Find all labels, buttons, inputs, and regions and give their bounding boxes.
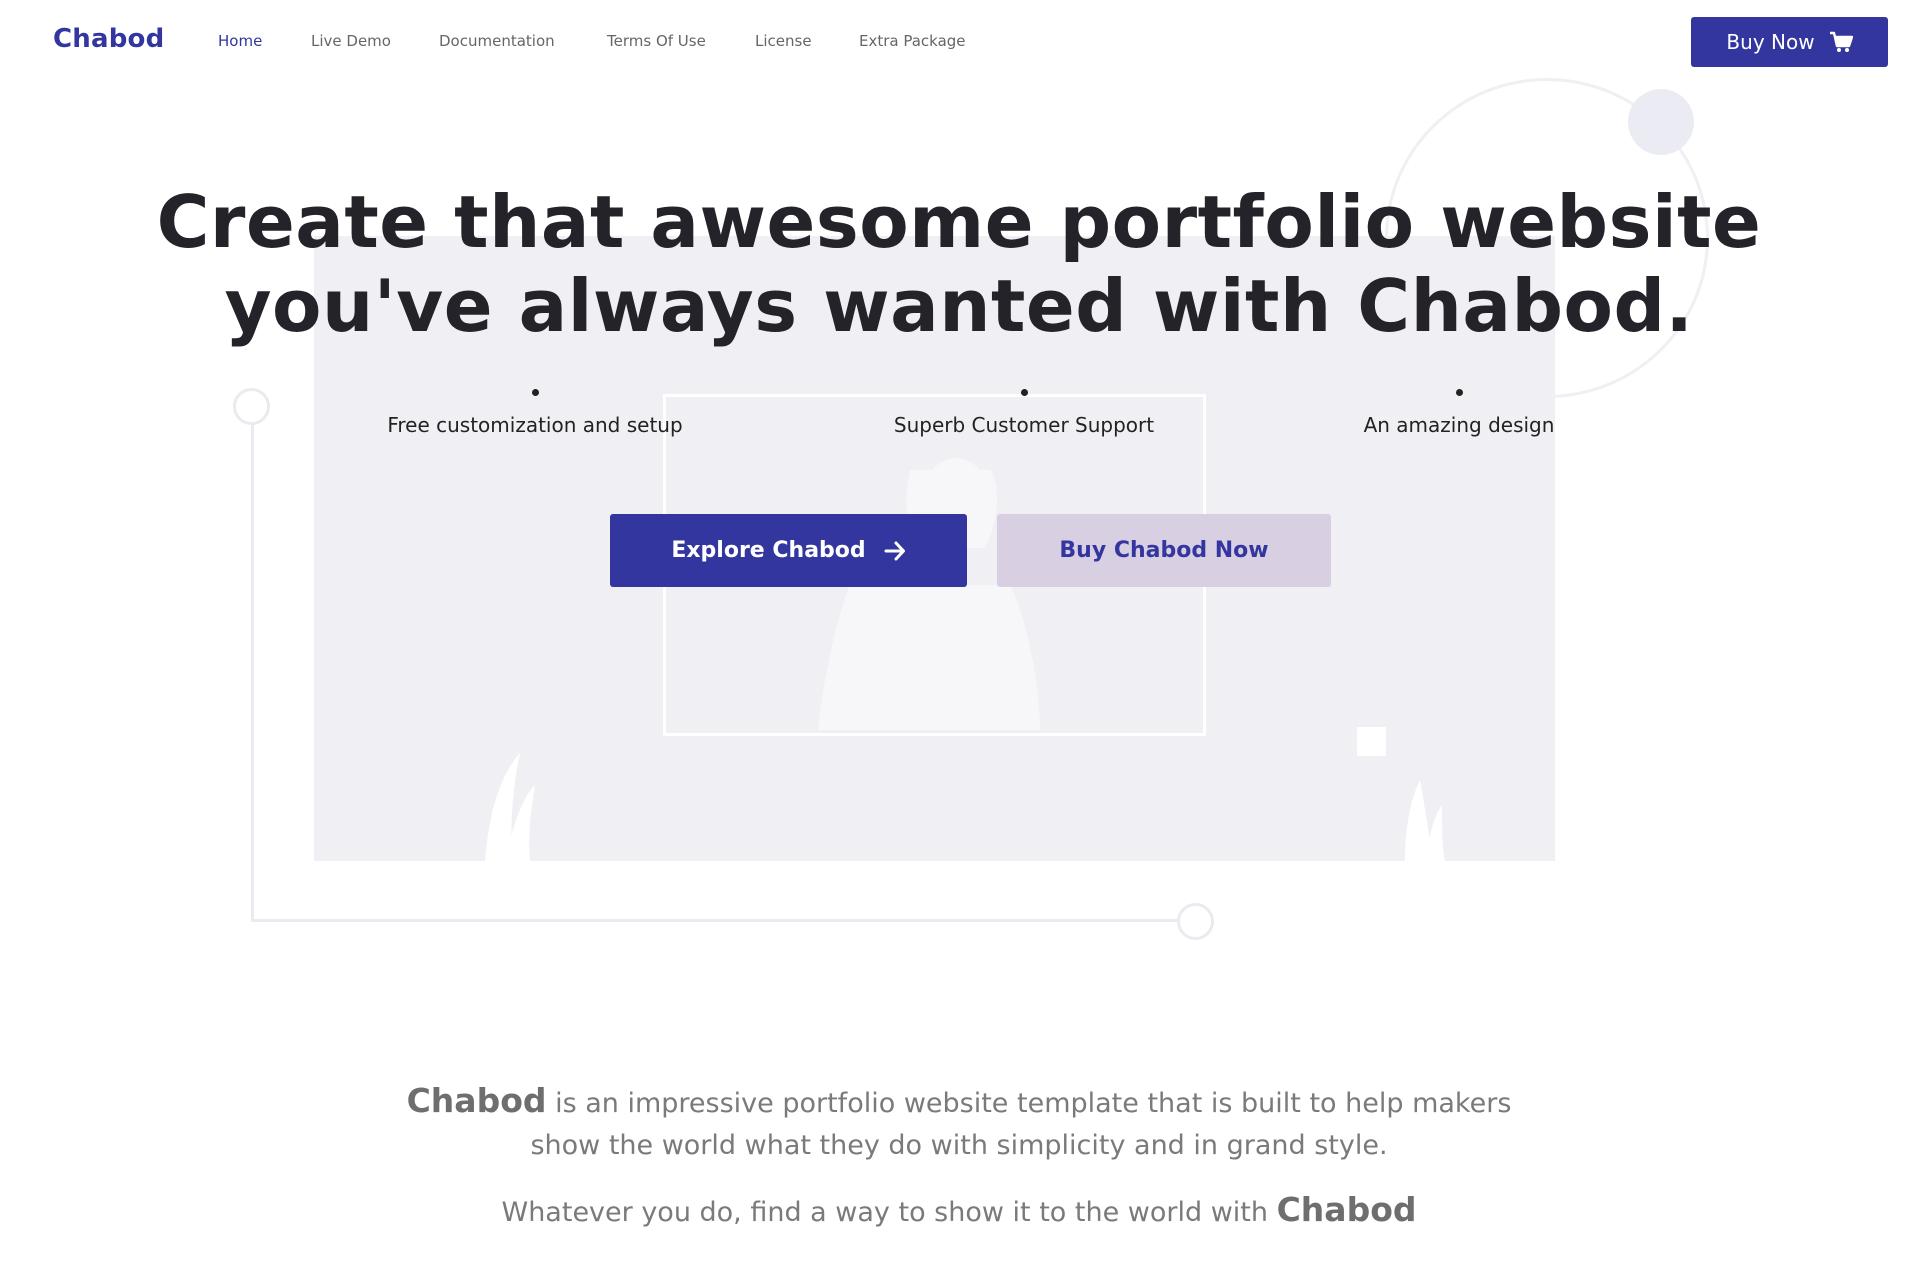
feature-item: Free customization and setup (335, 389, 735, 437)
nav-terms-of-use[interactable]: Terms Of Use (607, 32, 706, 50)
decorative-node (1177, 903, 1214, 940)
feature-label: An amazing design (1363, 413, 1555, 437)
bullet-icon (531, 389, 539, 396)
hero-title-line1: Create that awesome portfolio website (156, 180, 1762, 264)
feature-item: An amazing design (1259, 389, 1659, 437)
decorative-square (1357, 727, 1386, 756)
explore-label: Explore Chabod (671, 538, 866, 563)
tagline-text: Whatever you do, find a way to show it t… (501, 1197, 1277, 1228)
hero-title-line2: you've always wanted with Chabod. (224, 264, 1694, 348)
about-line1: is an impressive portfolio website templ… (546, 1088, 1512, 1119)
about-brand: Chabod (406, 1081, 547, 1120)
about-tagline: Whatever you do, find a way to show it t… (0, 1189, 1918, 1234)
nav-documentation[interactable]: Documentation (439, 32, 555, 50)
nav-live-demo[interactable]: Live Demo (311, 32, 391, 50)
feature-label: Free customization and setup (387, 413, 683, 437)
decorative-node (233, 388, 270, 425)
feature-label: Superb Customer Support (893, 413, 1155, 437)
buy-chabod-label: Buy Chabod Now (1059, 538, 1269, 563)
tagline-brand: Chabod (1276, 1190, 1417, 1229)
navbar: Chabod Home Live Demo Documentation Term… (0, 0, 1918, 84)
decorative-line-vertical (251, 420, 254, 922)
cart-icon (1829, 31, 1853, 52)
brand-logo[interactable]: Chabod (53, 24, 164, 54)
feature-item: Superb Customer Support (824, 389, 1224, 437)
bullet-icon (1455, 389, 1463, 396)
hero-title: Create that awesome portfolio website yo… (0, 180, 1918, 348)
nav-license[interactable]: License (755, 32, 812, 50)
about-text: Chabod is an impressive portfolio websit… (0, 1080, 1918, 1167)
explore-chabod-button[interactable]: Explore Chabod (610, 514, 967, 587)
decorative-dot (1628, 89, 1694, 155)
buy-now-button[interactable]: Buy Now (1691, 17, 1888, 67)
decorative-line-horizontal (251, 919, 1181, 922)
buy-chabod-now-button[interactable]: Buy Chabod Now (997, 514, 1331, 587)
buy-now-label: Buy Now (1726, 30, 1815, 54)
bullet-icon (1020, 389, 1028, 396)
arrow-right-icon (884, 541, 905, 560)
nav-home[interactable]: Home (218, 32, 262, 50)
about-line2: show the world what they do with simplic… (530, 1130, 1388, 1161)
nav-extra-package[interactable]: Extra Package (859, 32, 966, 50)
